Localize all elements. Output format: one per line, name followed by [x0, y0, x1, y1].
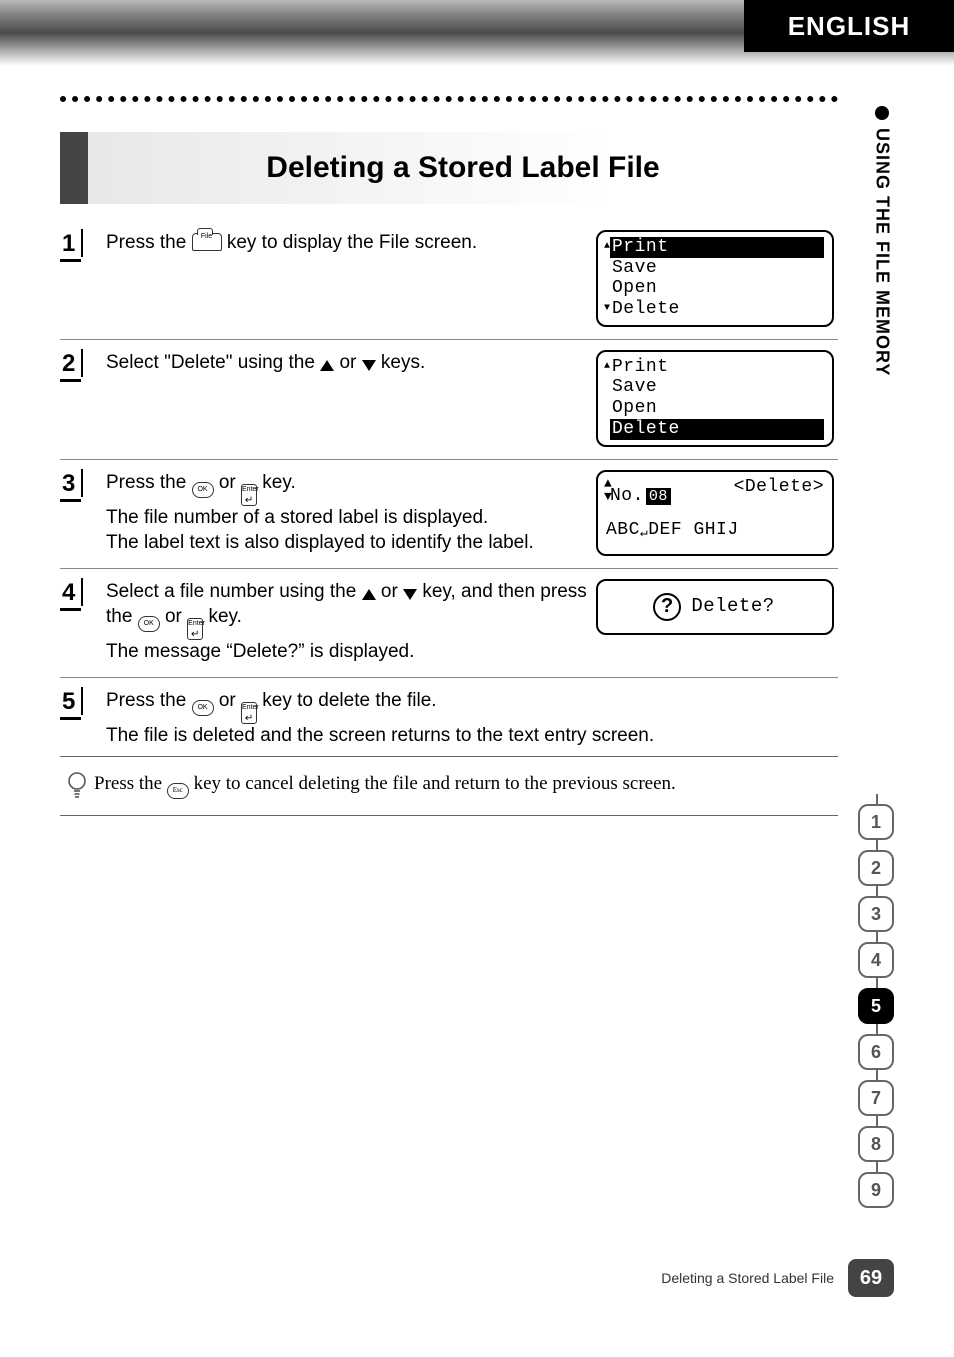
chapter-tab-8: 8	[858, 1126, 894, 1162]
step-1: 1 Press the File key to display the File…	[60, 220, 838, 340]
step-number: 2	[60, 350, 81, 382]
step-lcd: ▲▼No.08 <Delete> ABC↵DEF GHIJ	[596, 470, 838, 556]
manual-page: ENGLISH USING THE FILE MEMORY Deleting a…	[0, 0, 954, 1357]
ok-key-icon: OK	[138, 614, 160, 634]
down-arrow-icon	[403, 584, 417, 604]
step-text: Select a file number using the or key, a…	[96, 579, 596, 665]
step-number: 4	[60, 579, 81, 611]
file-key-icon: File	[192, 232, 222, 252]
enter-key-icon: Enter	[187, 619, 203, 639]
tip-note: Press the Esc key to cancel deleting the…	[60, 756, 838, 816]
ok-key-icon: OK	[192, 480, 214, 500]
step-lcd: ▲Print Save Open Delete	[596, 350, 838, 447]
step-number: 5	[60, 688, 81, 720]
page-title: Deleting a Stored Label File	[266, 151, 659, 185]
steps-list: 1 Press the File key to display the File…	[60, 220, 838, 761]
section-bullet-icon	[875, 106, 889, 120]
chapter-tab-1: 1	[858, 804, 894, 840]
lcd-screen: ▲Print Save Open ▼Delete	[596, 230, 834, 327]
step-text: Press the OK or Enter key. The file numb…	[96, 470, 596, 556]
step-number: 1	[60, 230, 81, 262]
enter-key-icon: Enter	[241, 485, 257, 505]
up-arrow-icon	[320, 355, 334, 375]
chapter-tab-6: 6	[858, 1034, 894, 1070]
dotted-divider	[60, 96, 838, 102]
chapter-tab-9: 9	[858, 1172, 894, 1208]
chapter-tab-4: 4	[858, 942, 894, 978]
step-number: 3	[60, 470, 81, 502]
up-arrow-icon	[362, 584, 376, 604]
esc-key-icon: Esc	[167, 781, 189, 801]
footer: Deleting a Stored Label File 69	[661, 1259, 894, 1297]
footer-label: Deleting a Stored Label File	[661, 1270, 834, 1286]
chapter-tab-2: 2	[858, 850, 894, 886]
lightbulb-icon	[60, 771, 94, 799]
tip-text: Press the Esc key to cancel deleting the…	[94, 771, 676, 801]
ok-key-icon: OK	[192, 698, 214, 718]
step-5: 5 Press the OK or Enter key to delete th…	[60, 678, 838, 761]
lcd-screen: ▲Print Save Open Delete	[596, 350, 834, 447]
chapter-tab-5: 5	[858, 988, 894, 1024]
lcd-action-label: <Delete>	[734, 477, 824, 507]
section-side-tab: USING THE FILE MEMORY	[870, 106, 894, 406]
step-lcd: ▲Print Save Open ▼Delete	[596, 230, 838, 327]
step-text: Press the File key to display the File s…	[96, 230, 596, 327]
question-icon: ?	[653, 593, 681, 621]
lcd-screen: ? Delete?	[596, 579, 834, 635]
step-lcd: ? Delete?	[596, 579, 838, 665]
title-accent	[60, 132, 88, 204]
page-number: 69	[848, 1259, 894, 1297]
step-text: Select "Delete" using the or keys.	[96, 350, 596, 447]
lcd-prompt: Delete?	[691, 596, 774, 618]
return-icon: ↵	[640, 526, 648, 541]
chapter-tab-7: 7	[858, 1080, 894, 1116]
title-banner: Deleting a Stored Label File	[60, 132, 838, 204]
language-tab: ENGLISH	[744, 0, 954, 52]
step-text: Press the OK or Enter key to delete the …	[96, 688, 838, 749]
step-4: 4 Select a file number using the or key,…	[60, 569, 838, 678]
down-arrow-icon	[362, 355, 376, 375]
title-background: Deleting a Stored Label File	[88, 132, 838, 204]
chapter-tabs: 1 2 3 4 5 6 7 8 9	[858, 804, 894, 1218]
step-3: 3 Press the OK or Enter key. The file nu…	[60, 460, 838, 569]
header-bar: ENGLISH	[0, 0, 954, 66]
chapter-tab-3: 3	[858, 896, 894, 932]
step-2: 2 Select "Delete" using the or keys. ▲Pr…	[60, 340, 838, 460]
section-title: USING THE FILE MEMORY	[872, 128, 893, 376]
enter-key-icon: Enter	[241, 703, 257, 723]
language-label: ENGLISH	[788, 11, 911, 42]
lcd-screen: ▲▼No.08 <Delete> ABC↵DEF GHIJ	[596, 470, 834, 556]
